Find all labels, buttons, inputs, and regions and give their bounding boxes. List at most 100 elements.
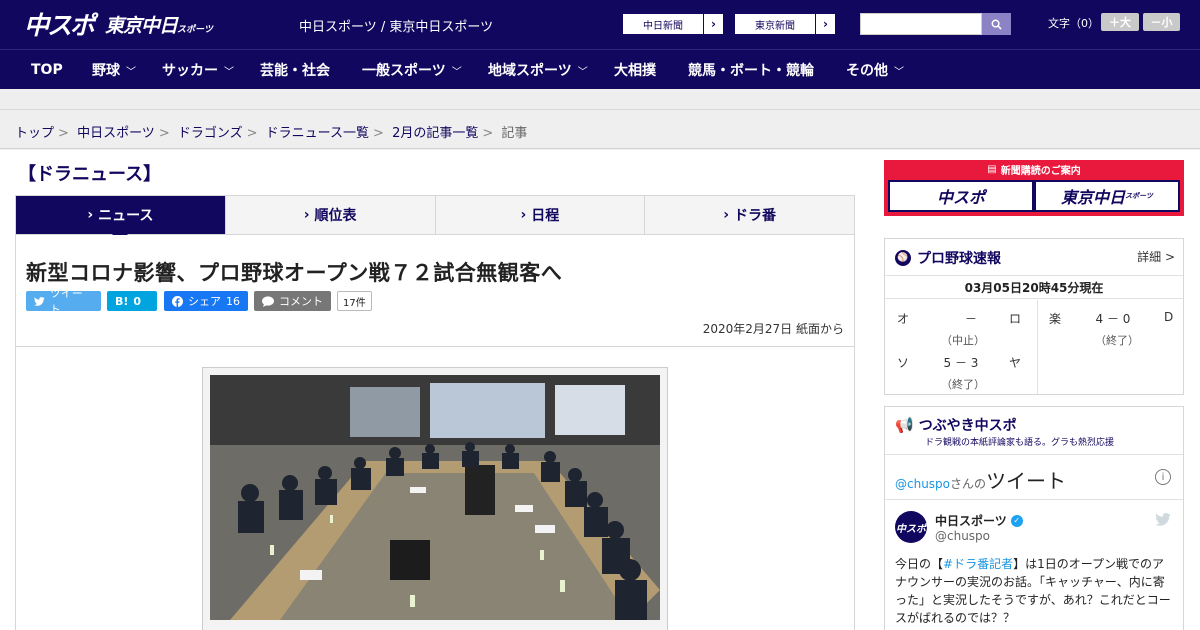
article: 新型コロナ影響、プロ野球オープン戦７２試合無観客へ ツイート B! 0 シェア … bbox=[15, 235, 855, 630]
chevron-down-icon: ﹀ bbox=[224, 66, 234, 78]
font-larger-button[interactable]: ＋大 bbox=[1101, 13, 1139, 31]
speech-bubble-icon bbox=[262, 295, 274, 307]
info-icon[interactable]: i bbox=[1155, 469, 1171, 485]
megaphone-icon: 📢 bbox=[895, 416, 914, 434]
breadcrumb-dragons[interactable]: ドラゴンズ bbox=[178, 126, 243, 141]
game-away-team: ロ bbox=[1009, 312, 1022, 326]
tweet-section-subtitle: ドラ観戦の本紙評論家も語る。グラも熱烈応援 bbox=[925, 438, 1115, 448]
nav-other[interactable]: その他 ﹀ bbox=[846, 50, 904, 90]
tweet-author-name[interactable]: 中日スポーツ ✓ bbox=[935, 512, 1023, 529]
font-size-label: 文字（0） bbox=[1048, 17, 1099, 30]
breadcrumb: トップ > 中日スポーツ > ドラゴンズ > ドラニュース一覧 > 2月の記事一覧 > 記… bbox=[15, 122, 527, 141]
tweet-text: 今日の【#ドラ番記者】は1日のオープン戦でのアナウンサーの実況のお話。「キャッチ… bbox=[895, 557, 1171, 625]
breadcrumb-news-list[interactable]: ドラニュース一覧 bbox=[266, 126, 369, 141]
font-smaller-button[interactable]: －小 bbox=[1143, 13, 1180, 31]
chevron-right-icon: › bbox=[520, 207, 527, 223]
game-status: （中止） bbox=[941, 334, 985, 347]
search-button[interactable] bbox=[982, 13, 1011, 35]
tab-dora-ban[interactable]: › ドラ番 bbox=[645, 196, 854, 234]
article-date: 2020年2月27日 紙面から bbox=[702, 322, 844, 336]
comment-button[interactable]: コメント bbox=[254, 291, 331, 311]
chunichi-shimbun-link[interactable]: 中日新聞 › bbox=[622, 13, 724, 35]
chevron-right-icon: › bbox=[703, 14, 723, 34]
site-logo[interactable]: 中スポ 東京中日スポーツ bbox=[24, 9, 213, 40]
scores-timestamp: 03月05日20時45分現在 bbox=[885, 275, 1183, 299]
nav-soccer[interactable]: サッカー ﹀ bbox=[162, 50, 234, 90]
chevron-right-icon: › bbox=[723, 207, 730, 223]
breadcrumb-top[interactable]: トップ bbox=[15, 126, 54, 141]
scores-title: ⚾ プロ野球速報 bbox=[895, 248, 1001, 268]
comment-count: 17件 bbox=[337, 291, 372, 311]
hashtag-link[interactable]: #ドラ番記者 bbox=[943, 557, 1013, 571]
breadcrumb-separator: > bbox=[482, 126, 494, 141]
facebook-share-label: シェア bbox=[188, 295, 221, 308]
search-input[interactable] bbox=[860, 13, 982, 35]
divider bbox=[16, 346, 854, 347]
nav-general-sports[interactable]: 一般スポーツ ﹀ bbox=[362, 50, 462, 90]
chevron-down-icon: ﹀ bbox=[126, 66, 136, 78]
facebook-icon bbox=[172, 295, 183, 307]
chevron-right-icon: › bbox=[303, 207, 310, 223]
hatena-count: 0 bbox=[133, 294, 142, 308]
breadcrumb-february[interactable]: 2月の記事一覧 bbox=[392, 126, 478, 141]
chevron-down-icon: ﹀ bbox=[577, 66, 588, 78]
facebook-share-button[interactable]: シェア 16 bbox=[164, 291, 248, 311]
nav-top[interactable]: TOP bbox=[31, 50, 63, 90]
chunichi-shimbun-label: 中日新聞 bbox=[643, 20, 683, 32]
article-headline: 新型コロナ影響、プロ野球オープン戦７２試合無観客へ bbox=[26, 261, 563, 285]
nav-entertainment[interactable]: 芸能・社会 bbox=[260, 50, 330, 90]
site-name: 中日スポーツ / 東京中日スポーツ bbox=[299, 20, 494, 35]
subscription-logos: 中スポ 東京中日 スポーツ bbox=[888, 180, 1180, 212]
avatar[interactable]: 中スポ bbox=[895, 511, 927, 543]
tab-news[interactable]: › ニュース bbox=[16, 196, 226, 242]
tab-schedule[interactable]: › 日程 bbox=[436, 196, 646, 234]
hatena-bookmark-button[interactable]: B! 0 bbox=[107, 291, 157, 311]
breadcrumb-separator: > bbox=[58, 126, 69, 141]
comment-label: コメント bbox=[279, 295, 323, 308]
nav-local-sports[interactable]: 地域スポーツ ﹀ bbox=[488, 50, 588, 90]
tweet-section-title: 📢 つぶやき中スポ bbox=[895, 416, 1017, 434]
divider bbox=[1037, 300, 1038, 394]
subscribe-chuspo-logo[interactable]: 中スポ bbox=[890, 182, 1032, 210]
nav-racing[interactable]: 競馬・ボート・競輪 bbox=[688, 50, 814, 90]
twitter-bird-icon[interactable] bbox=[1155, 513, 1171, 526]
verified-badge-icon: ✓ bbox=[1010, 514, 1023, 527]
chevron-right-icon: › bbox=[815, 14, 835, 34]
subscription-banner[interactable]: ▤ 新聞購読のご案内 中スポ 東京中日 スポーツ bbox=[884, 160, 1184, 216]
facebook-share-count: 16 bbox=[226, 294, 240, 308]
baseball-scores-widget: ⚾ プロ野球速報 詳細 > 03月05日20時45分現在 オ － ロ （中止） … bbox=[884, 238, 1184, 395]
top-header: 中スポ 東京中日スポーツ 中日スポーツ / 東京中日スポーツ 中日新聞 › 東京… bbox=[0, 0, 1200, 49]
game-status: （終了） bbox=[1095, 334, 1139, 347]
breadcrumb-bar: トップ > 中日スポーツ > ドラゴンズ > ドラニュース一覧 > 2月の記事一覧 > 記… bbox=[0, 110, 1200, 149]
game-away-team: D bbox=[1164, 310, 1174, 324]
news-tabs: › ニュース › 順位表 › 日程 › ドラ番 bbox=[15, 195, 855, 242]
subscribe-tokyo-chunichi-logo[interactable]: 東京中日 スポーツ bbox=[1036, 182, 1178, 210]
breadcrumb-separator: > bbox=[246, 126, 258, 141]
scores-detail-link[interactable]: 詳細 > bbox=[1137, 248, 1175, 265]
game-score: 4 － 0 bbox=[1095, 312, 1131, 326]
game-score: 5 － 3 bbox=[943, 356, 979, 370]
game-home-team: 楽 bbox=[1049, 312, 1062, 326]
game-away-team: ヤ bbox=[1009, 356, 1022, 370]
nav-sumo[interactable]: 大相撲 bbox=[614, 50, 656, 90]
search-icon bbox=[991, 19, 1002, 30]
tweet-label: ツイート bbox=[49, 287, 83, 316]
tweet-widget-box: 📢 つぶやき中スポ ドラ観戦の本紙評論家も語る。グラも熱烈応援 @chuspoさ… bbox=[884, 406, 1184, 630]
nav-baseball[interactable]: 野球 ﹀ bbox=[92, 50, 136, 90]
article-photo-frame bbox=[202, 367, 668, 630]
chevron-down-icon: ﹀ bbox=[894, 66, 904, 78]
tokyo-shimbun-link[interactable]: 東京新聞 › bbox=[734, 13, 836, 35]
hatena-icon: B! bbox=[115, 294, 129, 308]
breadcrumb-chuspo[interactable]: 中日スポーツ bbox=[77, 126, 155, 141]
article-photo[interactable] bbox=[210, 375, 660, 620]
tweet-button[interactable]: ツイート bbox=[26, 287, 101, 316]
timeline-header: @chuspoさんのツイート bbox=[895, 469, 1067, 493]
tab-standings[interactable]: › 順位表 bbox=[226, 196, 436, 234]
twitter-bird-icon bbox=[34, 296, 45, 306]
tweet-author-handle[interactable]: @chuspo bbox=[935, 529, 990, 543]
section-title: 【ドラニュース】 bbox=[18, 164, 162, 185]
game-status: （終了） bbox=[941, 378, 985, 391]
breadcrumb-separator: > bbox=[158, 126, 170, 141]
twitter-timeline: @chuspoさんのツイート i 中スポ 中日スポーツ ✓ @chuspo 今日… bbox=[885, 454, 1183, 630]
timeline-user-link[interactable]: @chuspo bbox=[895, 477, 950, 491]
